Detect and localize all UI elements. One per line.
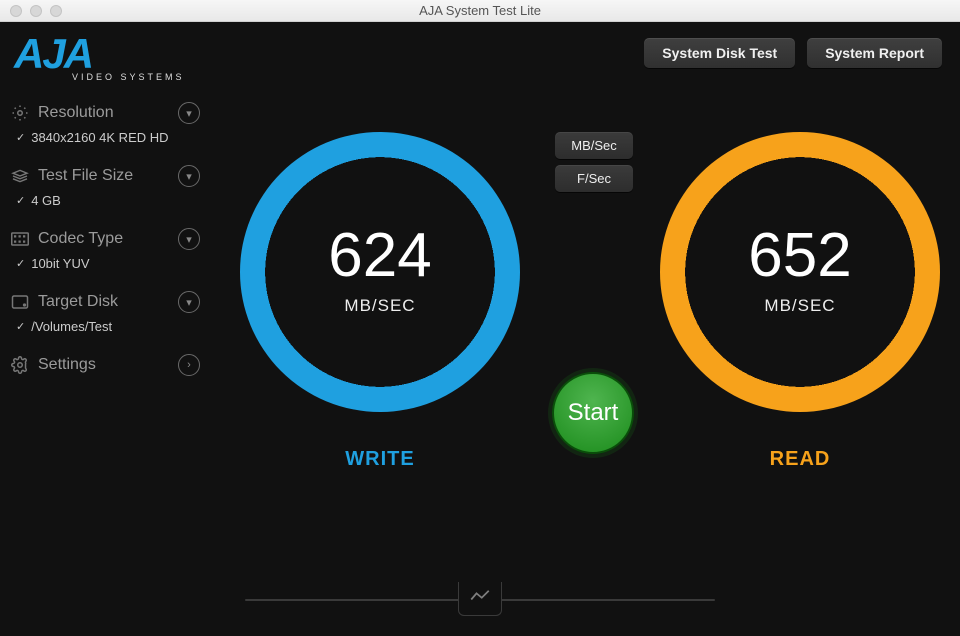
- brand-name: AJA: [14, 30, 92, 77]
- write-value: 624: [240, 220, 520, 291]
- read-label: READ: [660, 448, 940, 471]
- film-icon: [10, 230, 30, 248]
- read-value: 652: [660, 220, 940, 291]
- sidebar-item-target-disk[interactable]: Target Disk ▾: [10, 287, 200, 317]
- sidebar-item-codec-type[interactable]: Codec Type ▾: [10, 224, 200, 254]
- sidebar-resolution-label: Resolution: [38, 104, 170, 122]
- close-icon[interactable]: [10, 5, 22, 17]
- system-report-button[interactable]: System Report: [807, 38, 942, 68]
- sidebar-filesize-label: Test File Size: [38, 167, 170, 185]
- sidebar-item-test-file-size[interactable]: Test File Size ▾: [10, 161, 200, 191]
- unit-fsec-button[interactable]: F/Sec: [555, 165, 633, 192]
- check-icon: ✓: [16, 257, 25, 270]
- zoom-icon[interactable]: [50, 5, 62, 17]
- sidebar-codec-value: 10bit YUV: [31, 256, 89, 271]
- chevron-down-icon: ▾: [178, 228, 200, 250]
- window-traffic-lights[interactable]: [0, 5, 62, 17]
- sidebar-targetdisk-value: /Volumes/Test: [31, 319, 112, 334]
- settings-icon: [10, 356, 30, 374]
- start-button[interactable]: Start: [552, 372, 634, 454]
- write-unit: MB/SEC: [240, 296, 520, 316]
- sidebar-resolution-value: 3840x2160 4K RED HD: [31, 130, 168, 145]
- system-disk-test-button[interactable]: System Disk Test: [644, 38, 795, 68]
- sidebar-codec-label: Codec Type: [38, 230, 170, 248]
- tray-bar: [501, 599, 715, 601]
- sidebar-settings-label: Settings: [38, 356, 170, 374]
- window-title: AJA System Test Lite: [0, 3, 960, 18]
- unit-toggle: MB/Sec F/Sec: [555, 132, 633, 192]
- sidebar: Resolution ▾ ✓ 3840x2160 4K RED HD Test …: [10, 98, 200, 386]
- app-body: AJA VIDEO SYSTEMS System Disk Test Syste…: [0, 22, 960, 636]
- minimize-icon[interactable]: [30, 5, 42, 17]
- gear-icon: [10, 104, 30, 122]
- chevron-right-icon: ›: [178, 354, 200, 376]
- read-unit: MB/SEC: [660, 296, 940, 316]
- chevron-down-icon: ▾: [178, 102, 200, 124]
- chevron-down-icon: ▾: [178, 165, 200, 187]
- chart-icon: [469, 589, 491, 608]
- check-icon: ✓: [16, 131, 25, 144]
- unit-mbsec-button[interactable]: MB/Sec: [555, 132, 633, 159]
- graph-toggle-tab[interactable]: [458, 582, 502, 616]
- brand-logo: AJA VIDEO SYSTEMS: [14, 30, 185, 82]
- chevron-down-icon: ▾: [178, 291, 200, 313]
- macos-titlebar: AJA System Test Lite: [0, 0, 960, 22]
- disk-icon: [10, 293, 30, 311]
- write-label: WRITE: [240, 448, 520, 471]
- check-icon: ✓: [16, 320, 25, 333]
- sidebar-filesize-value: 4 GB: [31, 193, 61, 208]
- sidebar-item-settings[interactable]: Settings ›: [10, 350, 200, 380]
- gauges-area: 624 MB/SEC WRITE 652 MB/SEC READ MB/Sec …: [230, 122, 940, 546]
- start-button-label: Start: [568, 399, 619, 427]
- tray-bar: [245, 599, 459, 601]
- layers-icon: [10, 167, 30, 185]
- write-gauge: 624 MB/SEC: [240, 132, 520, 412]
- sidebar-item-resolution[interactable]: Resolution ▾: [10, 98, 200, 128]
- read-gauge: 652 MB/SEC: [660, 132, 940, 412]
- bottom-tray: [245, 582, 715, 618]
- brand-subtitle: VIDEO SYSTEMS: [72, 72, 185, 82]
- sidebar-targetdisk-label: Target Disk: [38, 293, 170, 311]
- check-icon: ✓: [16, 194, 25, 207]
